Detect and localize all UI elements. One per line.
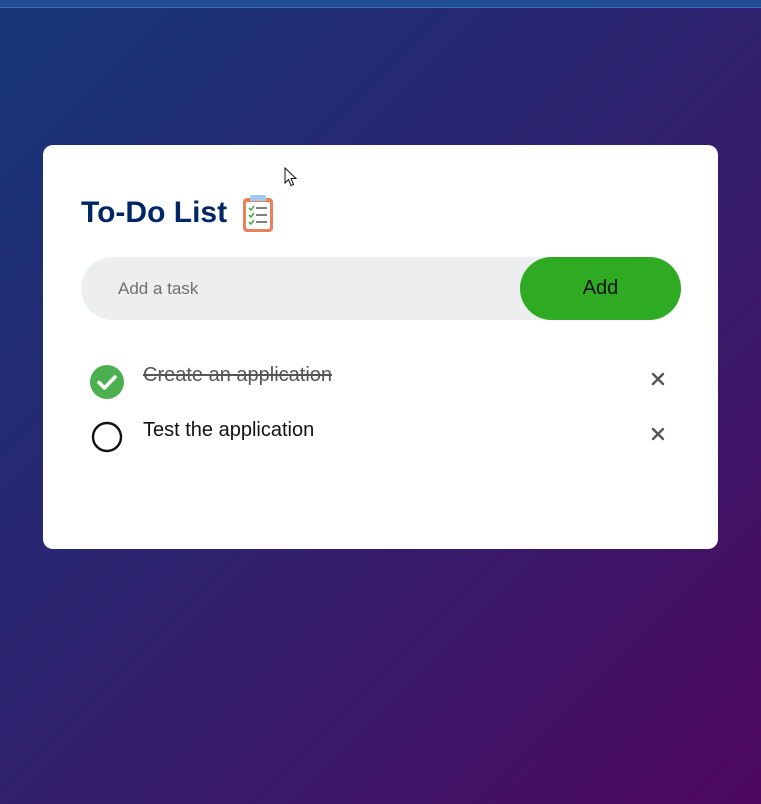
task-input[interactable] <box>81 256 520 321</box>
todo-card: To-Do List Add a task Add Create an appl… <box>43 145 718 549</box>
title-row: To-Do List <box>81 193 275 233</box>
empty-circle-icon[interactable] <box>90 420 124 454</box>
close-icon[interactable] <box>646 367 670 391</box>
task-item[interactable]: Create an application <box>90 363 670 418</box>
page-title: To-Do List <box>81 196 228 229</box>
task-item[interactable]: Test the application <box>90 418 670 473</box>
task-list: Create an application Test the applicati… <box>90 363 670 473</box>
clipboard-checklist-icon <box>241 193 275 233</box>
task-label: Test the application <box>143 419 315 441</box>
mouse-cursor-icon <box>284 167 298 187</box>
task-label: Create an application <box>143 364 333 386</box>
task-input-row: Add <box>81 256 681 321</box>
add-task-button[interactable]: Add <box>520 257 681 320</box>
check-circle-icon[interactable] <box>90 365 124 399</box>
browser-top-strip <box>0 0 761 8</box>
close-icon[interactable] <box>646 422 670 446</box>
